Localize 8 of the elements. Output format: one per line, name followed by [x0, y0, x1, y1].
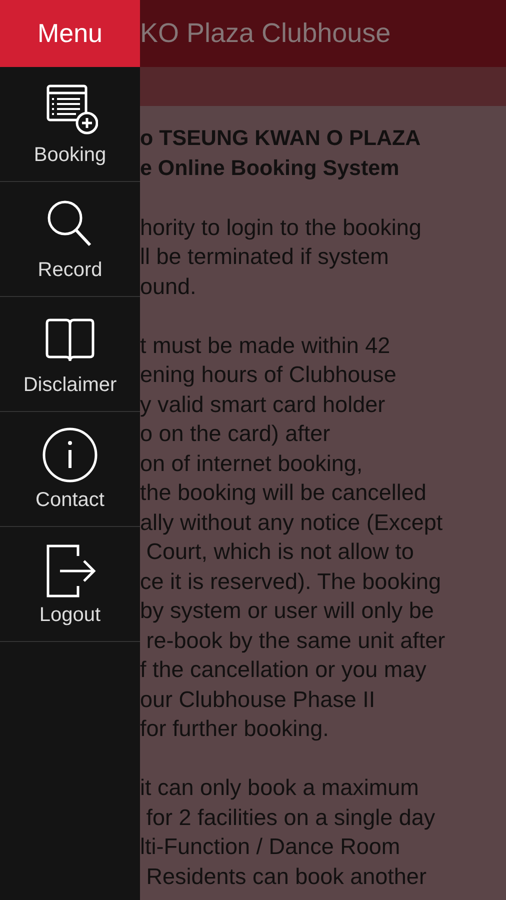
terms-paragraph: t must be made within 42 ening hours of Clubhouse y valid smart card holder o on the card) after on of internet booking, the booking will be cancelled ally without any notice (Except Court, which is not allow to ce it is reserved). The booking by system or user will only be re-book by the same unit after f the cancellation or you may our Clubhouse Phase II for further booking.: [140, 332, 446, 743]
info-icon: [42, 426, 98, 484]
menu-item[interactable]: Booking: [0, 67, 140, 182]
app-title: KO Plaza Clubhouse: [140, 18, 391, 49]
terms-paragraph: hority to login to the booking ll be terminated if system ound.: [140, 214, 422, 300]
menu-header: Menu: [0, 0, 140, 67]
welcome-heading: o TSEUNG KWAN O PLAZA e Online Booking System: [140, 125, 422, 182]
terms-paragraph: it can only book a maximum for 2 facilities on a single day lti-Function / Dance Room Residents can book another: [140, 774, 436, 890]
